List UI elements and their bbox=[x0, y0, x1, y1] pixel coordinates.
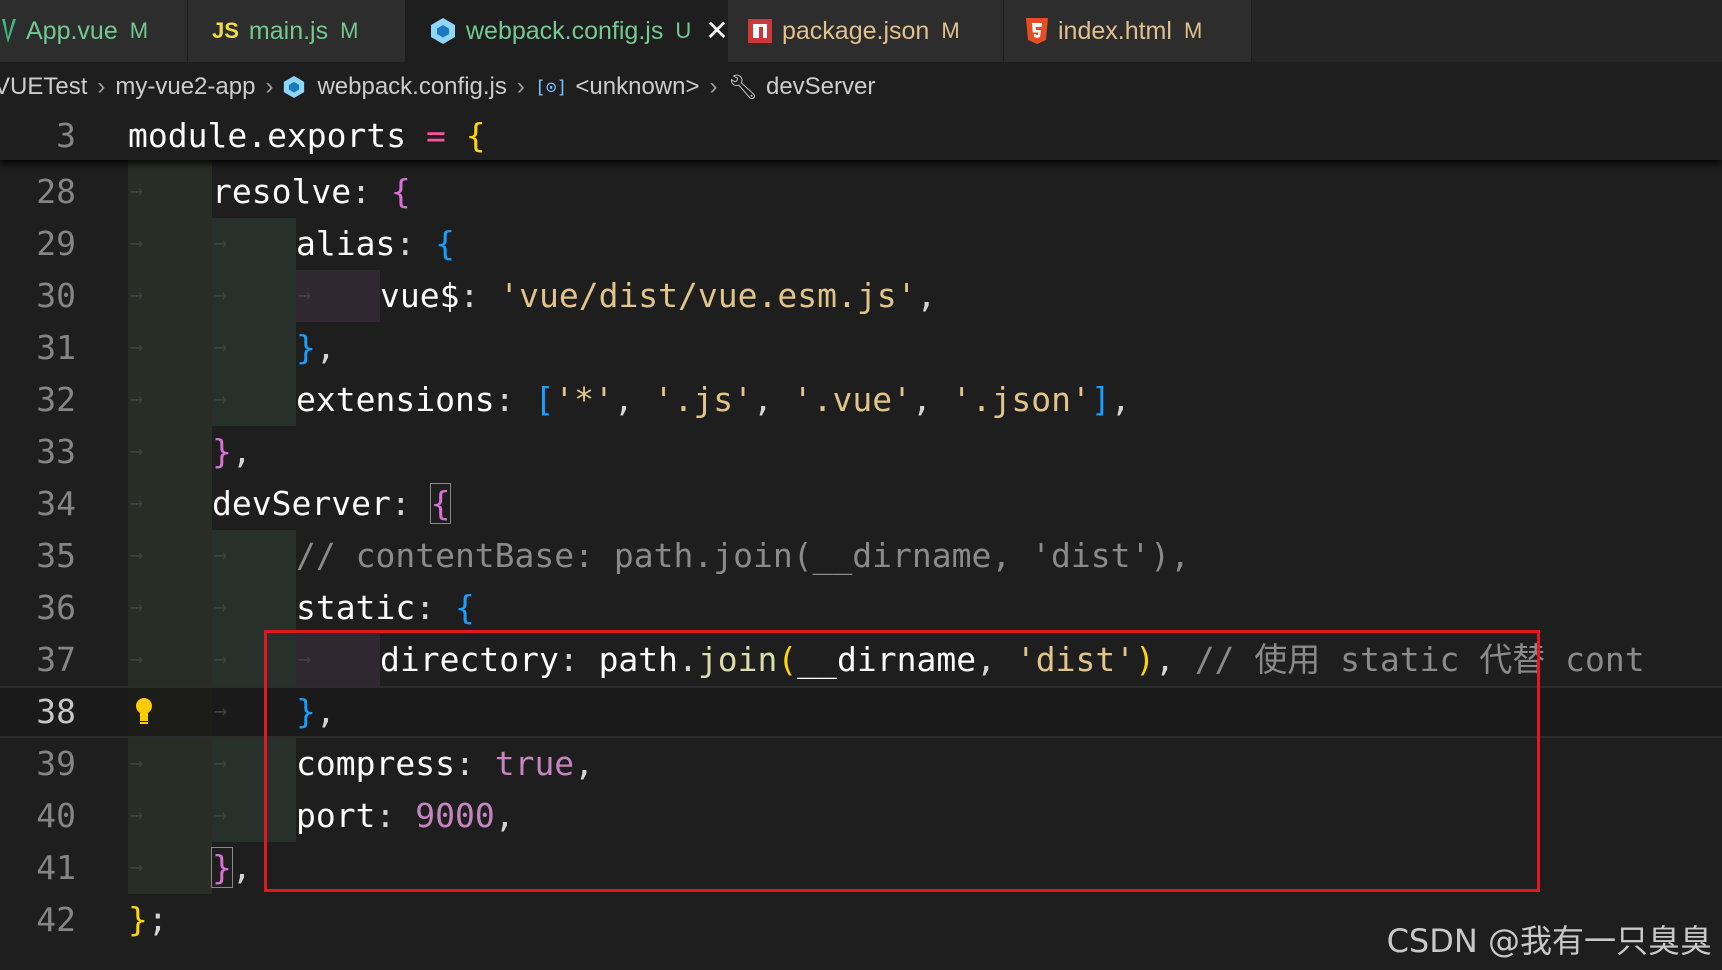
breadcrumb-label: <unknown> bbox=[575, 73, 700, 100]
tab-label: index.html bbox=[1058, 16, 1172, 45]
npm-icon bbox=[748, 19, 772, 43]
webpack-icon bbox=[430, 17, 456, 45]
tab-webpack-config[interactable]: webpack.config.js U ✕ bbox=[406, 0, 729, 62]
lightbulb-icon[interactable] bbox=[134, 696, 154, 726]
tab-index-html[interactable]: index.html M bbox=[1004, 0, 1252, 62]
breadcrumb-item[interactable]: [⊙] <unknown> bbox=[535, 73, 700, 101]
js-icon: JS bbox=[212, 18, 239, 43]
line-number: 41 bbox=[36, 848, 76, 887]
tab-status-badge: M bbox=[1183, 18, 1203, 43]
vue-icon bbox=[2, 19, 16, 43]
code-line: 37 → → → directory: path.join(__dirname, '… bbox=[0, 634, 1722, 686]
code-text: module.exports = { bbox=[128, 116, 486, 155]
code-line: 34 → devServer: { bbox=[0, 478, 1722, 530]
line-number: 29 bbox=[36, 224, 76, 263]
tab-app-vue[interactable]: App.vue M bbox=[0, 0, 188, 62]
tab-label: main.js bbox=[248, 16, 329, 45]
breadcrumb-item[interactable]: 🔧︎ devServer bbox=[728, 73, 876, 102]
line-number: 34 bbox=[36, 484, 76, 523]
line-number: 36 bbox=[36, 588, 76, 627]
tab-status-badge: M bbox=[340, 18, 359, 43]
code-line: 36 → → static: { bbox=[0, 582, 1722, 634]
line-number: 3 bbox=[56, 116, 76, 155]
code-line: 39 → → compress: true, bbox=[0, 738, 1722, 790]
chevron-right-icon: › bbox=[265, 73, 274, 100]
html5-icon bbox=[1026, 18, 1048, 44]
line-number: 40 bbox=[36, 796, 76, 835]
line-number: 39 bbox=[36, 744, 76, 783]
code-line: 41 → }, bbox=[0, 842, 1722, 894]
line-number: 30 bbox=[36, 276, 76, 315]
code-line: 28 → resolve: { bbox=[0, 166, 1722, 218]
symbol-variable-icon: [⊙] bbox=[534, 76, 568, 98]
breadcrumb-label: webpack.config.js bbox=[317, 73, 507, 100]
breadcrumb-item[interactable]: webpack.config.js bbox=[283, 73, 507, 101]
editor-tab-bar: App.vue M JS main.js M webpack.config.js… bbox=[0, 0, 1722, 62]
line-number: 38 bbox=[36, 692, 76, 731]
breadcrumb-label: devServer bbox=[765, 73, 876, 100]
chevron-right-icon: › bbox=[97, 73, 106, 100]
breadcrumb-item[interactable]: my-vue2-app bbox=[115, 73, 255, 101]
line-number: 42 bbox=[36, 900, 76, 939]
code-line: 35 → → // contentBase: path.join(__dirnam… bbox=[0, 530, 1722, 582]
sticky-scroll-header[interactable]: 3 module.exports = { bbox=[0, 112, 1722, 160]
chevron-right-icon: › bbox=[709, 73, 718, 100]
code-line: 31 → → }, bbox=[0, 322, 1722, 374]
line-number: 32 bbox=[36, 380, 76, 419]
line-number: 33 bbox=[36, 432, 76, 471]
code-line: 32 → → extensions: ['*', '.js', '.vue', '… bbox=[0, 374, 1722, 426]
webpack-icon bbox=[284, 76, 305, 98]
tab-main-js[interactable]: JS main.js M bbox=[188, 0, 406, 62]
code-line: 30 → → → vue$: 'vue/dist/vue.esm.js', bbox=[0, 270, 1722, 322]
breadcrumb-item[interactable]: VUETest bbox=[0, 73, 87, 101]
tab-label: webpack.config.js bbox=[466, 16, 664, 45]
tab-status-badge: M bbox=[941, 18, 960, 43]
breadcrumb: VUETest › my-vue2-app › webpack.config.j… bbox=[0, 62, 1722, 112]
wrench-icon: 🔧︎ bbox=[727, 73, 758, 101]
tab-label: App.vue bbox=[26, 16, 118, 45]
code-line: 33 → }, bbox=[0, 426, 1722, 478]
line-number: 35 bbox=[36, 536, 76, 575]
code-line: 40 → → port: 9000, bbox=[0, 790, 1722, 842]
tab-package-json[interactable]: package.json M bbox=[728, 0, 1004, 62]
code-editor[interactable]: 3 module.exports = { 27 plugins: [new Vu… bbox=[0, 112, 1722, 970]
tab-label: package.json bbox=[782, 16, 930, 45]
line-number: 31 bbox=[36, 328, 76, 367]
code-line: 29 → → alias: { bbox=[0, 218, 1722, 270]
tab-status-badge: U bbox=[675, 18, 692, 43]
line-number: 28 bbox=[36, 172, 76, 211]
close-icon[interactable]: ✕ bbox=[705, 17, 728, 45]
chevron-right-icon: › bbox=[516, 73, 525, 100]
line-number: 37 bbox=[36, 640, 76, 679]
code-line-current: 38 → }, bbox=[0, 686, 1722, 738]
tab-status-badge: M bbox=[129, 18, 149, 43]
watermark: CSDN @我有一只臭臭 bbox=[1386, 922, 1712, 960]
